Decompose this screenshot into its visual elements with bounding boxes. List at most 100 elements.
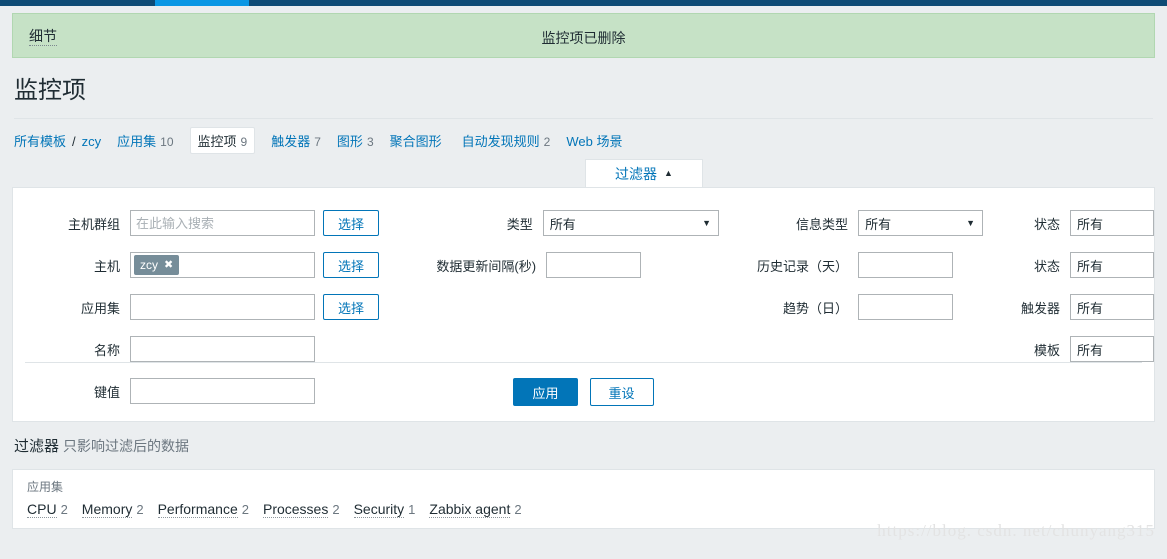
filter-tab-toggle[interactable]: 过滤器 ▲ xyxy=(585,159,703,187)
application-count: 2 xyxy=(241,502,249,517)
state-select[interactable]: 所有 xyxy=(1069,252,1154,278)
host-label: 主机 xyxy=(93,258,120,274)
list-item: Performance 2 xyxy=(157,501,249,518)
breadcrumb-item-label[interactable]: 触发器 xyxy=(271,131,310,150)
state-select-value: 所有 xyxy=(1076,258,1103,274)
breadcrumb: 所有模板 / zcy 应用集 10 监控项 9 触发器 7 图形 3 聚合图形 … xyxy=(14,126,1167,154)
filter-row-type: 类型 所有 ▼ xyxy=(384,202,720,244)
page-title: 监控项 xyxy=(14,77,86,104)
breadcrumb-item-label[interactable]: 图形 xyxy=(337,131,363,150)
triggers-label: 触发器 xyxy=(1020,300,1060,316)
triggers-select[interactable]: 所有 xyxy=(1069,294,1154,320)
state-label: 状态 xyxy=(1033,258,1060,274)
host-chip-label: zcy xyxy=(140,258,158,272)
hostgroup-input[interactable] xyxy=(130,210,315,236)
type-select[interactable]: 所有 ▼ xyxy=(542,210,720,236)
status-label: 状态 xyxy=(1033,216,1060,232)
list-item: Memory 2 xyxy=(81,501,144,518)
breadcrumb-item-label[interactable]: 应用集 xyxy=(117,131,156,150)
filter-row-status: 状态 所有 xyxy=(1014,202,1154,244)
title-divider xyxy=(14,118,1153,119)
filter-row-triggers: 触发器 所有 xyxy=(1014,286,1154,328)
breadcrumb-item-triggers[interactable]: 触发器 7 xyxy=(271,131,321,150)
template-label: 模板 xyxy=(1033,342,1060,358)
breadcrumb-item-graphs[interactable]: 图形 3 xyxy=(337,131,374,150)
filter-note: 过滤器 只影响过滤后的数据 xyxy=(14,436,1167,457)
breadcrumb-item-label[interactable]: 聚合图形 xyxy=(390,131,442,150)
filter-row-host: 主机 zcy ✖ 选择 xyxy=(13,244,384,286)
breadcrumb-item-count: 3 xyxy=(366,134,374,149)
filter-footer: 应用 重设 xyxy=(25,362,1142,421)
status-select[interactable]: 所有 xyxy=(1069,210,1154,236)
application-count: 2 xyxy=(514,502,522,517)
trends-input[interactable] xyxy=(858,294,954,320)
breadcrumb-item-discovery[interactable]: 自动发现规则 2 xyxy=(462,131,551,150)
application-link[interactable]: Processes xyxy=(262,501,329,518)
breadcrumb-item-count: 2 xyxy=(543,134,551,149)
name-input[interactable] xyxy=(130,336,315,362)
breadcrumb-host-link[interactable]: zcy xyxy=(82,134,102,149)
breadcrumb-item-count: 7 xyxy=(314,134,321,149)
navbar-active-item[interactable] xyxy=(155,0,249,6)
filter-panel: 主机群组 选择 主机 zcy ✖ 选择 应用集 选择 名 xyxy=(12,187,1155,422)
application-select-button[interactable]: 选择 xyxy=(323,294,379,320)
type-label: 类型 xyxy=(506,216,533,232)
host-multiselect[interactable]: zcy ✖ xyxy=(130,252,315,278)
breadcrumb-item-screens[interactable]: 聚合图形 xyxy=(390,131,446,150)
status-select-value: 所有 xyxy=(1076,216,1103,232)
type-select-value: 所有 xyxy=(549,216,576,232)
application-count: 2 xyxy=(332,502,340,517)
application-list-panel: 应用集 CPU 2 Memory 2 Performance 2 Processes 2… xyxy=(12,469,1155,529)
breadcrumb-item-applications[interactable]: 应用集 10 xyxy=(117,131,173,150)
application-input[interactable] xyxy=(130,294,315,320)
top-navbar xyxy=(0,0,1167,6)
list-item: Zabbix agent 2 xyxy=(429,501,522,518)
close-icon[interactable]: ✖ xyxy=(164,259,173,271)
filter-row-trends: 趋势（日） xyxy=(719,286,1014,328)
breadcrumb-root-group: 所有模板 / zcy xyxy=(14,131,101,150)
breadcrumb-item-count: 10 xyxy=(160,134,174,149)
filter-row-value-type: 信息类型 所有 ▼ xyxy=(719,202,1014,244)
hostgroup-label: 主机群组 xyxy=(67,216,120,232)
breadcrumb-item-items[interactable]: 监控项 9 xyxy=(189,126,256,154)
history-input[interactable] xyxy=(858,252,954,278)
list-item: Security 1 xyxy=(353,501,416,518)
template-select[interactable]: 所有 xyxy=(1069,336,1154,362)
filter-row-history: 历史记录（天） xyxy=(719,244,1014,286)
chevron-down-icon: ▼ xyxy=(702,218,712,228)
list-item: CPU 2 xyxy=(27,501,68,518)
update-interval-input[interactable] xyxy=(546,252,642,278)
filter-row-update-interval: 数据更新间隔(秒) xyxy=(384,244,719,286)
breadcrumb-item-web[interactable]: Web 场景 xyxy=(566,131,626,150)
breadcrumb-all-templates-link[interactable]: 所有模板 xyxy=(14,131,66,150)
breadcrumb-item-label: 监控项 xyxy=(197,133,237,149)
application-link[interactable]: Memory xyxy=(81,501,133,518)
application-link[interactable]: CPU xyxy=(27,501,57,518)
application-count: 2 xyxy=(60,502,68,517)
filter-row-state: 状态 所有 xyxy=(1014,244,1154,286)
triggers-select-value: 所有 xyxy=(1076,300,1103,316)
application-links: CPU 2 Memory 2 Performance 2 Processes 2 Sec… xyxy=(27,501,1154,518)
reset-button[interactable]: 重设 xyxy=(589,378,654,406)
trends-label: 趋势（日） xyxy=(783,300,849,316)
filter-tab-label: 过滤器 xyxy=(615,165,658,182)
application-count: 1 xyxy=(408,502,416,517)
application-link[interactable]: Security xyxy=(353,501,405,518)
history-label: 历史记录（天） xyxy=(757,258,849,274)
value-type-select[interactable]: 所有 ▼ xyxy=(858,210,984,236)
chevron-up-icon: ▲ xyxy=(664,168,673,178)
breadcrumb-item-label[interactable]: Web 场景 xyxy=(566,131,622,150)
breadcrumb-item-label[interactable]: 自动发现规则 xyxy=(462,131,540,150)
value-type-label: 信息类型 xyxy=(796,216,849,232)
success-message-box: 细节 监控项已删除 xyxy=(12,13,1155,58)
list-item: Processes 2 xyxy=(262,501,340,518)
name-label: 名称 xyxy=(93,342,120,358)
chevron-down-icon: ▼ xyxy=(966,218,976,228)
application-link[interactable]: Zabbix agent xyxy=(429,501,511,518)
message-text: 监控项已删除 xyxy=(541,30,626,46)
filter-note-title: 过滤器 xyxy=(14,438,60,455)
host-select-button[interactable]: 选择 xyxy=(323,252,379,278)
hostgroup-select-button[interactable]: 选择 xyxy=(323,210,379,236)
apply-button[interactable]: 应用 xyxy=(513,378,578,406)
application-link[interactable]: Performance xyxy=(157,501,238,518)
